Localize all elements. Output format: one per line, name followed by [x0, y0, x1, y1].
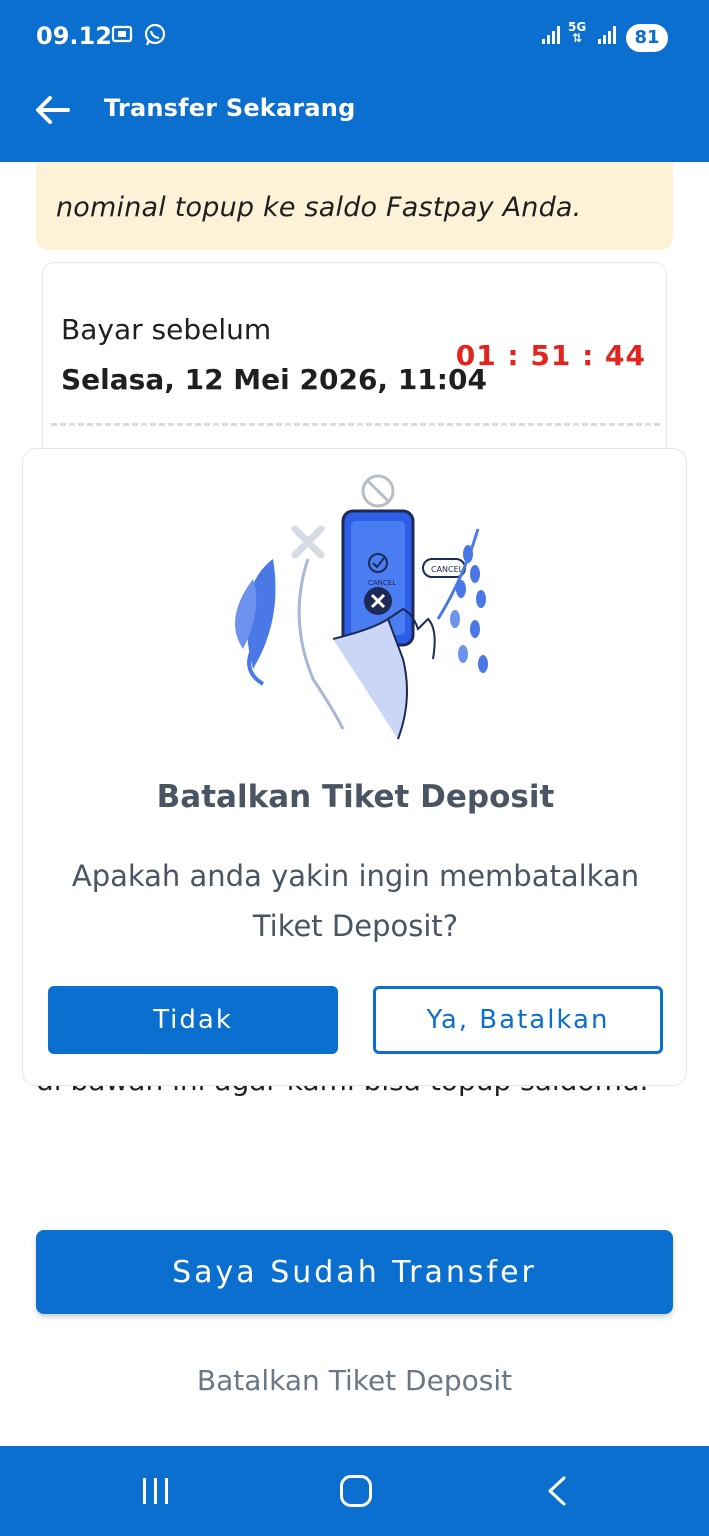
phone-cancel-label: CANCEL — [368, 579, 396, 587]
recent-apps-icon[interactable] — [143, 1478, 173, 1504]
dialog-title: Batalkan Tiket Deposit — [156, 779, 555, 815]
pay-before-label: Bayar sebelum — [61, 313, 272, 346]
nav-back-icon[interactable] — [544, 1476, 574, 1506]
saya-sudah-transfer-button[interactable]: Saya Sudah Transfer — [36, 1230, 673, 1314]
status-time: 09.12 — [36, 22, 112, 50]
tidak-button[interactable]: Tidak — [48, 986, 338, 1054]
cancel-illustration: CANCEL CANCEL — [213, 469, 498, 744]
dialog-message: Apakah anda yakin ingin membatalkan Tike… — [71, 859, 640, 943]
pay-deadline-date: Selasa, 12 Mei 2026, 11:04 — [61, 363, 487, 396]
pill-cancel-label: CANCEL — [431, 565, 464, 574]
signal-icon — [542, 26, 562, 44]
home-icon[interactable] — [340, 1475, 372, 1507]
back-arrow-icon[interactable] — [30, 88, 74, 132]
system-nav-bar — [0, 1446, 709, 1536]
ya-batalkan-button[interactable]: Ya, Batalkan — [373, 986, 663, 1054]
signal-icon-2 — [598, 26, 618, 44]
status-bar: 09.12 5G ⇅ 81 — [0, 0, 709, 72]
page-title: Transfer Sekarang — [104, 94, 356, 122]
warning-text: nominal topup ke saldo Fastpay Anda. — [56, 192, 582, 223]
screenshot-icon — [110, 22, 134, 52]
top-app-bar: 09.12 5G ⇅ 81 Transfer Sekarang — [0, 0, 709, 162]
countdown-timer: 01 : 51 : 44 — [455, 339, 646, 372]
battery-indicator: 81 — [626, 24, 668, 52]
cancel-deposit-link[interactable]: Batalkan Tiket Deposit — [0, 1364, 709, 1397]
screen: 09.12 5G ⇅ 81 Transfer Sekarang nominal t… — [0, 0, 709, 1536]
whatsapp-icon — [142, 22, 168, 54]
network-5g-icon: 5G ⇅ — [568, 20, 587, 45]
dashed-divider — [51, 423, 660, 426]
cancel-confirm-dialog: CANCEL CANCEL Batalkan Tiket Deposit Apa… — [22, 448, 687, 1086]
